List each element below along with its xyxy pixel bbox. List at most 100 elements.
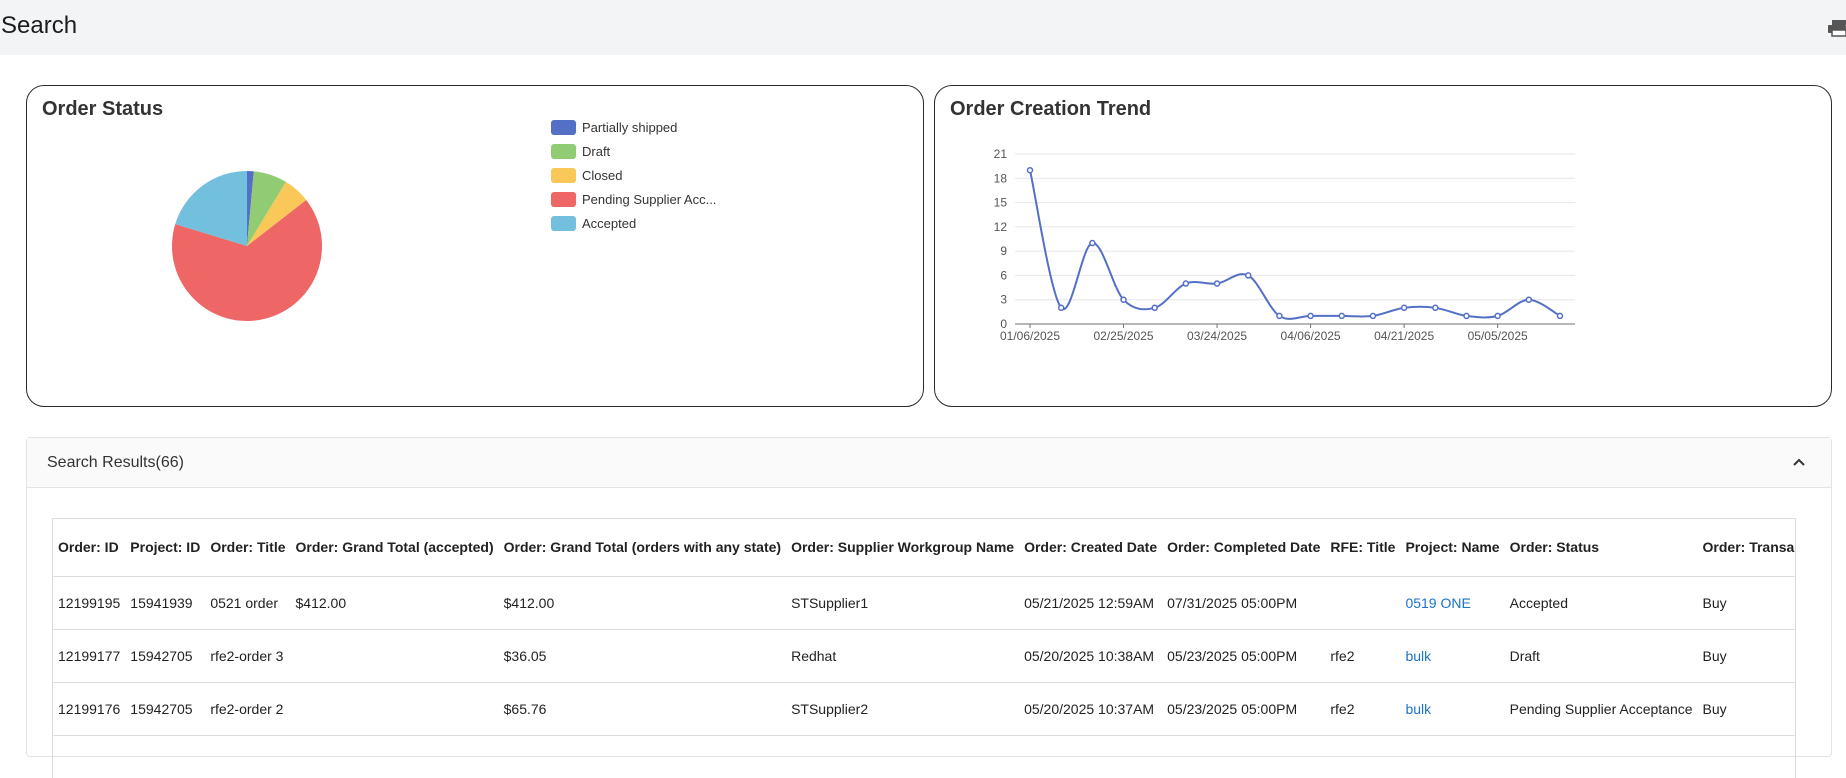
legend-swatch[interactable] bbox=[551, 216, 576, 231]
data-point[interactable] bbox=[1120, 296, 1127, 303]
legend-label[interactable]: Closed bbox=[582, 168, 622, 183]
table-cell: 0521 order bbox=[205, 576, 291, 630]
data-point[interactable] bbox=[1057, 304, 1065, 312]
column-header[interactable]: Project: ID bbox=[125, 519, 206, 577]
y-tick-label: 12 bbox=[994, 220, 1008, 234]
table-cell: rfe2-order 2 bbox=[205, 682, 291, 736]
order-trend-card: Order Creation Trend 0 3 6 9 12 15 18 21 01/06/2… bbox=[934, 85, 1832, 407]
table-cell: Accepted bbox=[1504, 576, 1698, 630]
table-cell bbox=[290, 682, 499, 736]
data-point[interactable] bbox=[1213, 280, 1221, 287]
y-tick-label: 9 bbox=[1000, 244, 1007, 258]
legend-swatch[interactable] bbox=[551, 144, 576, 159]
table-cell: 07/31/2025 05:00PM bbox=[1162, 576, 1326, 630]
table-cell: Buy bbox=[1697, 576, 1795, 630]
column-header[interactable]: Order: Completed Date bbox=[1162, 519, 1326, 577]
data-point[interactable] bbox=[1338, 312, 1346, 320]
table-cell[interactable]: 0519 ONE bbox=[1400, 576, 1505, 630]
legend-swatch[interactable] bbox=[551, 192, 576, 207]
data-point[interactable] bbox=[1369, 312, 1377, 320]
column-header[interactable]: Order: Created Date bbox=[1019, 519, 1163, 577]
x-tick-label: 04/06/2025 bbox=[1281, 329, 1341, 343]
y-tick-label: 21 bbox=[994, 147, 1008, 161]
table-cell[interactable]: bulk bbox=[1400, 629, 1505, 683]
table-cell: $412.00 bbox=[498, 576, 787, 630]
legend-label[interactable]: Accepted bbox=[582, 216, 636, 231]
data-point[interactable] bbox=[1182, 280, 1190, 287]
column-header[interactable]: Project: Name bbox=[1400, 519, 1505, 577]
column-header[interactable]: Order: Grand Total (accepted) bbox=[290, 519, 499, 577]
y-tick-label: 15 bbox=[994, 196, 1008, 210]
column-header[interactable]: Order: Grand Total (orders with any stat… bbox=[498, 519, 787, 577]
legend-label[interactable]: Draft bbox=[582, 144, 611, 159]
search-results-title: Search Results(66) bbox=[47, 454, 184, 471]
print-icon[interactable] bbox=[1828, 16, 1846, 38]
search-results-panel: Search Results(66) Order: ID Project: ID O… bbox=[26, 437, 1832, 778]
y-tick-label: 6 bbox=[1000, 268, 1007, 282]
table-cell: Draft bbox=[1504, 629, 1698, 683]
table-body: 12199195 15941939 0521 order $412.00 $412.00… bbox=[53, 576, 1795, 736]
table-cell: STSupplier2 bbox=[786, 682, 1020, 736]
legend-label[interactable]: Pending Supplier Acc... bbox=[582, 192, 716, 207]
legend-label[interactable]: Partially shipped bbox=[582, 120, 677, 135]
table-header-row: Order: ID Project: ID Order: Title Order: G… bbox=[53, 519, 1795, 577]
legend-swatch[interactable] bbox=[551, 168, 576, 183]
data-point[interactable] bbox=[1089, 239, 1096, 247]
data-point[interactable] bbox=[1494, 312, 1501, 320]
x-tick-label: 05/05/2025 bbox=[1468, 329, 1528, 343]
table-row[interactable]: 12199177 15942705 rfe2-order 3 $36.05 Redhat… bbox=[53, 629, 1795, 683]
column-header[interactable]: Order: Transaction Type bbox=[1697, 519, 1795, 577]
table-cell: 05/21/2025 12:59AM bbox=[1019, 576, 1163, 630]
table-cell: $65.76 bbox=[498, 682, 787, 736]
x-tick-label: 03/24/2025 bbox=[1187, 329, 1247, 343]
series-line bbox=[1029, 169, 1561, 320]
order-status-pie-chart: Partially shipped Draft Closed Pending Supp… bbox=[172, 120, 716, 321]
table-row[interactable]: 12199176 15942705 rfe2-order 2 $65.76 STSupp… bbox=[53, 682, 1795, 736]
column-header[interactable]: Order: ID bbox=[53, 519, 126, 577]
table-cell: $36.05 bbox=[498, 629, 787, 683]
table-cell: $412.00 bbox=[290, 576, 499, 630]
table-cell: STSupplier1 bbox=[786, 576, 1020, 630]
y-tick-label: 18 bbox=[994, 171, 1008, 185]
table-cell: rfe2 bbox=[1325, 682, 1401, 736]
data-point[interactable] bbox=[1556, 312, 1564, 320]
table-row[interactable]: 12199195 15941939 0521 order $412.00 $412.00… bbox=[53, 576, 1795, 630]
y-tick-label: 3 bbox=[1000, 293, 1007, 307]
data-point[interactable] bbox=[1400, 304, 1408, 312]
data-point[interactable] bbox=[1307, 312, 1314, 320]
table-cell: Redhat bbox=[786, 629, 1020, 683]
table-cell: 12199195 bbox=[53, 576, 126, 630]
x-tick-label: 04/21/2025 bbox=[1374, 329, 1434, 343]
data-point[interactable] bbox=[1463, 312, 1470, 320]
data-point[interactable] bbox=[1276, 312, 1283, 320]
table-cell[interactable]: bulk bbox=[1400, 682, 1505, 736]
column-header[interactable]: Order: Supplier Workgroup Name bbox=[786, 519, 1020, 577]
table-cell: rfe2 bbox=[1325, 629, 1401, 683]
data-point[interactable] bbox=[1244, 272, 1252, 279]
order-status-card: Order Status Partially shipped Draft Close… bbox=[26, 85, 924, 407]
column-header[interactable]: RFE: Title bbox=[1325, 519, 1401, 577]
table-cell: rfe2-order 3 bbox=[205, 629, 291, 683]
table-cell: Buy bbox=[1697, 682, 1795, 736]
table-cell bbox=[290, 629, 499, 683]
order-trend-line-chart: 03691215182101/06/2025 02/25/2025 03/24/20… bbox=[994, 147, 1575, 343]
x-tick-label: 01/06/2025 bbox=[1000, 329, 1060, 343]
data-point[interactable] bbox=[1432, 304, 1439, 312]
table-cell bbox=[1325, 576, 1401, 630]
table-cell: 05/23/2025 05:00PM bbox=[1162, 629, 1326, 683]
table-cell: 15941939 bbox=[125, 576, 206, 630]
search-results-header[interactable]: Search Results(66) bbox=[27, 438, 1831, 488]
table-cell: Buy bbox=[1697, 629, 1795, 683]
data-point[interactable] bbox=[1525, 296, 1533, 303]
page-header: Search bbox=[0, 0, 1846, 55]
chevron-up-icon[interactable] bbox=[1791, 454, 1807, 470]
column-header[interactable]: Order: Status bbox=[1504, 519, 1698, 577]
data-point[interactable] bbox=[1151, 304, 1158, 312]
column-header[interactable]: Order: Title bbox=[205, 519, 291, 577]
data-point[interactable] bbox=[1026, 166, 1034, 174]
legend-swatch[interactable] bbox=[551, 120, 576, 135]
table-cell: 05/20/2025 10:38AM bbox=[1019, 629, 1163, 683]
table-cell: 15942705 bbox=[125, 629, 206, 683]
table-cell: 15942705 bbox=[125, 682, 206, 736]
table-cell: Pending Supplier Acceptance bbox=[1504, 682, 1698, 736]
